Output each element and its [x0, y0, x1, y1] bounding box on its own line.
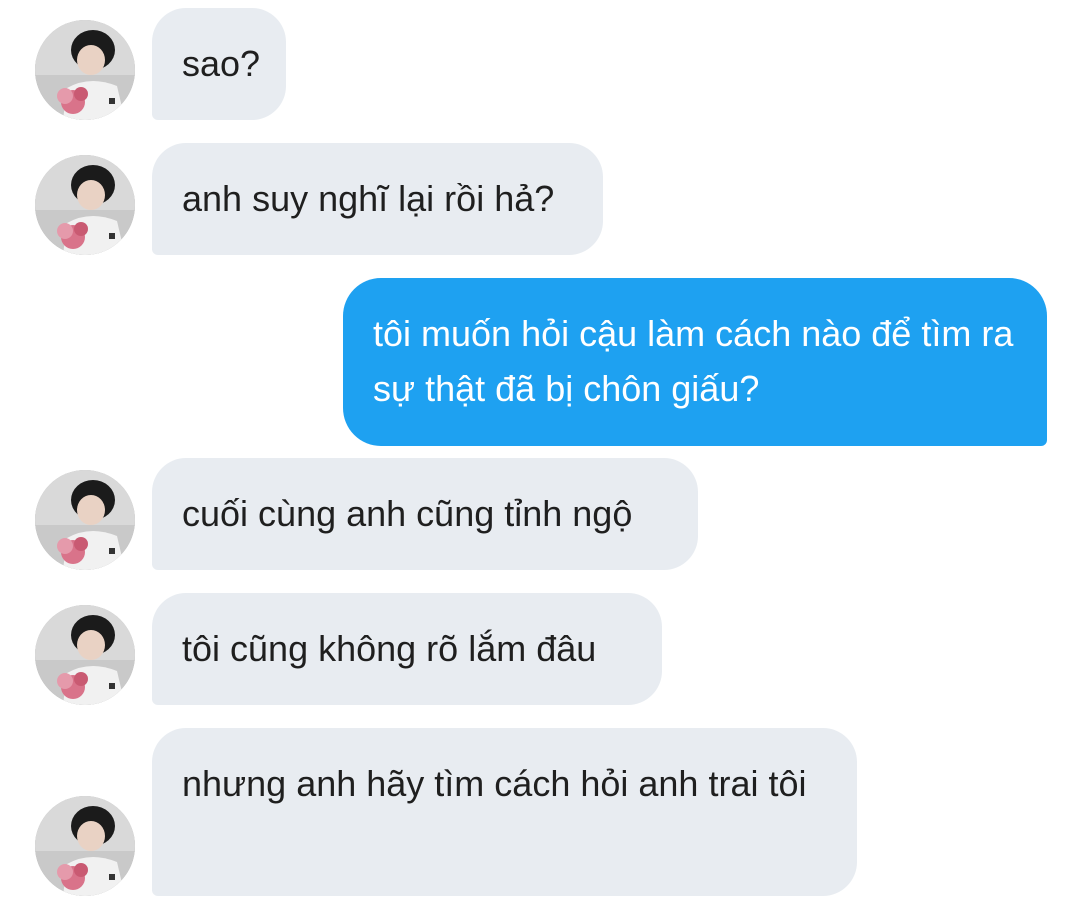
message-text: tôi cũng không rõ lắm đâu: [182, 628, 597, 669]
message-text: tôi muốn hỏi cậu làm cách nào để tìm ra …: [373, 313, 1014, 409]
user-avatar-icon[interactable]: [35, 155, 135, 255]
message-bubble[interactable]: nhưng anh hãy tìm cách hỏi anh trai tôi: [152, 728, 857, 896]
message-text: nhưng anh hãy tìm cách hỏi anh trai tôi: [182, 763, 807, 804]
user-avatar-icon[interactable]: [35, 470, 135, 570]
user-avatar-icon[interactable]: [35, 796, 135, 896]
message-text: anh suy nghĩ lại rồi hả?: [182, 178, 555, 219]
message-bubble[interactable]: cuối cùng anh cũng tỉnh ngộ: [152, 458, 698, 570]
user-avatar-icon[interactable]: [35, 20, 135, 120]
message-text: cuối cùng anh cũng tỉnh ngộ: [182, 493, 633, 534]
chat-thread: sao? anh suy nghĩ lại rồi hả? tôi muốn h…: [0, 0, 1080, 912]
message-bubble[interactable]: sao?: [152, 8, 286, 120]
message-bubble[interactable]: tôi cũng không rõ lắm đâu: [152, 593, 662, 705]
message-bubble[interactable]: anh suy nghĩ lại rồi hả?: [152, 143, 603, 255]
user-avatar-icon[interactable]: [35, 605, 135, 705]
message-bubble[interactable]: tôi muốn hỏi cậu làm cách nào để tìm ra …: [343, 278, 1047, 446]
message-text: sao?: [182, 43, 261, 84]
